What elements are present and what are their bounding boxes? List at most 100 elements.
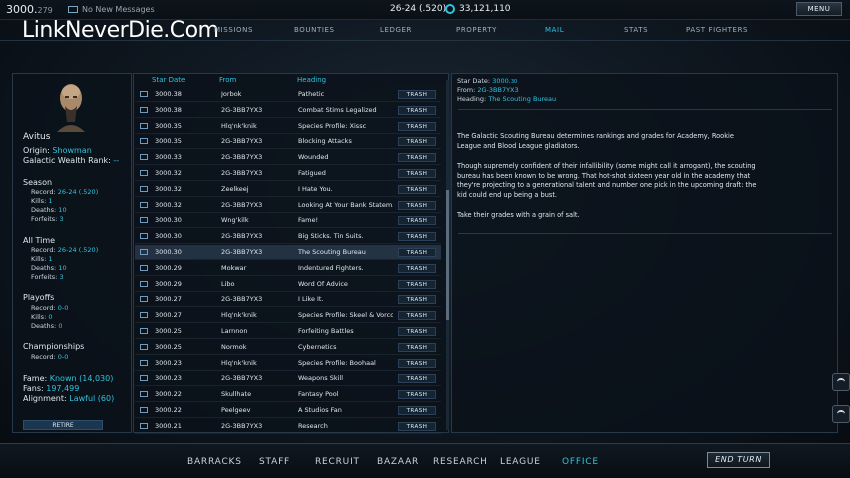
tab-mail[interactable]: MAIL	[545, 26, 564, 34]
mail-heading: Species Profile: Boohaal	[298, 358, 376, 367]
playoffs-record-row: Record: 0-0	[31, 304, 69, 312]
mail-row[interactable]: 3000.32 2G-3BB7YX3 Fatigued TRASH	[135, 166, 441, 181]
mail-date: 3000.32	[155, 169, 182, 177]
envelope-icon	[140, 375, 148, 382]
messages-indicator[interactable]: No New Messages	[68, 5, 155, 14]
envelope-icon	[140, 264, 148, 271]
mail-heading: I Hate You.	[298, 184, 333, 193]
trash-button[interactable]: TRASH	[398, 390, 436, 400]
season-forfeits-row: Forfeits: 3	[31, 215, 64, 223]
trash-button[interactable]: TRASH	[398, 153, 436, 163]
mail-row[interactable]: 3000.32 2G-3BB7YX3 Looking At Your Bank St…	[135, 198, 441, 213]
nav-league[interactable]: LEAGUE	[500, 457, 541, 467]
mail-row[interactable]: 3000.35 2G-3BB7YX3 Blocking Attacks TRASH	[135, 134, 441, 150]
mail-row[interactable]: 3000.30 2G-3BB7YX3 The Scouting Bureau TRAS…	[135, 245, 441, 260]
season-deaths-row: Deaths: 10	[31, 206, 67, 214]
envelope-icon	[140, 343, 148, 350]
nav-barracks[interactable]: BARRACKS	[187, 457, 242, 467]
tab-property[interactable]: PROPERTY	[456, 26, 497, 34]
trash-button[interactable]: TRASH	[398, 105, 436, 115]
trash-button[interactable]: TRASH	[398, 90, 436, 99]
mail-date: 3000.21	[155, 421, 182, 430]
trash-button[interactable]: TRASH	[398, 374, 436, 384]
message-divider-top	[458, 109, 832, 110]
mail-row[interactable]: 3000.32 Zeelkeej I Hate You. TRASH	[135, 182, 441, 197]
trash-button[interactable]: TRASH	[398, 295, 436, 305]
trash-button[interactable]: TRASH	[398, 311, 436, 321]
fame-row: Fame: Known (14,030)	[23, 374, 114, 383]
mail-row[interactable]: 3000.35 Hlq'nk'knik Species Profile: Xissc…	[135, 119, 441, 134]
mail-row[interactable]: 3000.22 Skullhate Fantasy Pool TRASH	[135, 387, 441, 403]
tab-past-fighters[interactable]: PAST FIGHTERS	[686, 26, 748, 34]
mail-row[interactable]: 3000.33 2G-3BB7YX3 Wounded TRASH	[135, 150, 441, 166]
mail-row[interactable]: 3000.38 Jorbok Pathetic TRASH	[135, 87, 441, 102]
end-turn-button[interactable]: END TURN	[707, 452, 770, 468]
trash-button[interactable]: TRASH	[398, 279, 436, 289]
trash-button[interactable]: TRASH	[398, 248, 436, 257]
trash-button[interactable]: TRASH	[398, 184, 436, 194]
tab-missions[interactable]: MISSIONS	[214, 26, 253, 34]
menu-button[interactable]: MENU	[796, 2, 842, 16]
nav-recruit[interactable]: RECRUIT	[315, 457, 360, 467]
trash-button[interactable]: TRASH	[398, 263, 436, 273]
trash-button[interactable]: TRASH	[398, 421, 436, 431]
wealth-rank-row: Galactic Wealth Rank: --	[23, 156, 120, 165]
mail-sender: Peelgeev	[221, 406, 251, 414]
header-from: From	[219, 76, 237, 84]
trash-button[interactable]: TRASH	[398, 216, 436, 226]
nav-research[interactable]: RESEARCH	[433, 457, 488, 467]
trash-button[interactable]: TRASH	[398, 358, 436, 368]
trash-button[interactable]: TRASH	[398, 406, 436, 415]
mail-row[interactable]: 3000.30 Wng'kilk Fame! TRASH	[135, 213, 441, 229]
mail-date: 3000.30	[155, 248, 182, 256]
playoffs-deaths-row: Deaths: 0	[31, 322, 63, 330]
mail-date: 3000.30	[155, 216, 182, 225]
trash-button[interactable]: TRASH	[398, 121, 436, 131]
mail-row[interactable]: 3000.27 2G-3BB7YX3 I Like It. TRASH	[135, 292, 441, 308]
fighter-portrait	[57, 84, 85, 132]
tab-stats[interactable]: STATS	[624, 26, 648, 34]
mail-row[interactable]: 3000.21 2G-3BB7YX3 Research TRASH	[135, 419, 441, 434]
mail-row[interactable]: 3000.23 Hlq'nk'knik Species Profile: Booha…	[135, 356, 441, 371]
envelope-icon	[140, 185, 148, 192]
broadcast-icon[interactable]	[832, 405, 850, 423]
tab-ledger[interactable]: LEDGER	[380, 26, 412, 34]
signal-icon[interactable]	[832, 373, 850, 391]
mail-sender: 2G-3BB7YX3	[221, 295, 263, 304]
mail-date: 3000.22	[155, 390, 182, 399]
mail-row[interactable]: 3000.38 2G-3BB7YX3 Combat Stims Legalized T…	[135, 103, 441, 118]
mail-heading: A Studios Fan	[298, 406, 342, 414]
nav-staff[interactable]: STAFF	[259, 457, 290, 467]
nav-bazaar[interactable]: BAZAAR	[377, 457, 419, 467]
mail-row[interactable]: 3000.25 Normok Cybernetics TRASH	[135, 340, 441, 355]
mail-date: 3000.38	[155, 105, 182, 114]
mail-scrollbar[interactable]	[446, 80, 449, 430]
mail-row[interactable]: 3000.25 Larnnon Forfeiting Battles TRASH	[135, 324, 441, 339]
mail-date: 3000.27	[155, 295, 182, 304]
scrollbar-thumb[interactable]	[446, 190, 449, 320]
retire-button[interactable]: RETIRE	[23, 420, 103, 430]
mail-heading: Indentured Fighters.	[298, 263, 364, 272]
trash-button[interactable]: TRASH	[398, 137, 436, 147]
mail-row[interactable]: 3000.27 Hlq'nk'knik Species Profile: Skeel…	[135, 308, 441, 324]
mail-row[interactable]: 3000.30 2G-3BB7YX3 Big Sticks. Tin Suits. T…	[135, 229, 441, 245]
mail-row[interactable]: 3000.29 Mokwar Indentured Fighters. TRASH	[135, 261, 441, 276]
tab-bounties[interactable]: BOUNTIES	[294, 26, 335, 34]
nav-office[interactable]: OFFICE	[562, 457, 599, 467]
trash-button[interactable]: TRASH	[398, 169, 436, 178]
fighter-profile-panel: Avitus Origin: Showman Galactic Wealth R…	[12, 73, 132, 433]
top-bar: 3000.279 No New Messages 26-24 (.520) 33…	[0, 0, 850, 20]
trash-button[interactable]: TRASH	[398, 200, 436, 210]
mail-heading: Research	[298, 421, 328, 430]
mail-row[interactable]: 3000.22 Peelgeev A Studios Fan TRASH	[135, 403, 441, 418]
mail-sender: 2G-3BB7YX3	[221, 169, 263, 177]
mail-row[interactable]: 3000.29 Libo Word Of Advice TRASH	[135, 277, 441, 292]
season-record: 26-24 (.520)	[390, 4, 447, 14]
trash-button[interactable]: TRASH	[398, 232, 436, 242]
trash-button[interactable]: TRASH	[398, 342, 436, 352]
trash-button[interactable]: TRASH	[398, 327, 436, 336]
mail-row[interactable]: 3000.23 2G-3BB7YX3 Weapons Skill TRASH	[135, 371, 441, 387]
mail-sender: Normok	[221, 342, 247, 351]
message-heading: Heading: The Scouting Bureau	[457, 95, 557, 103]
mail-sender: 2G-3BB7YX3	[221, 153, 263, 162]
